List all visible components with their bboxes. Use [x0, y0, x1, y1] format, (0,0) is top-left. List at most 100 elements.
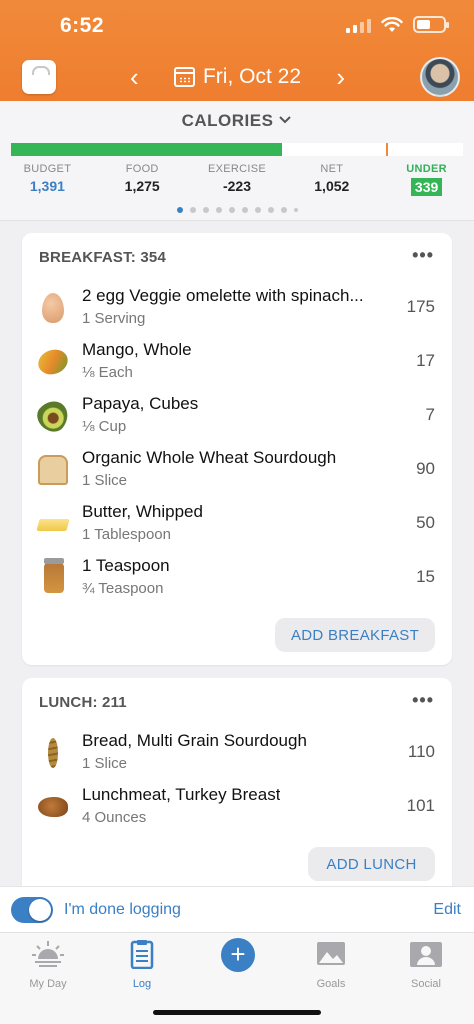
lunch-card: LUNCH: 211 ••• Bread, Multi Grain Sourdo… — [22, 678, 452, 898]
prev-day-chevron-icon[interactable]: ‹ — [130, 64, 139, 90]
stat-food: FOOD 1,275 — [95, 163, 190, 196]
status-icons — [346, 16, 449, 33]
egg-icon — [42, 293, 64, 323]
papaya-icon — [31, 394, 75, 438]
page-dot — [293, 208, 298, 212]
done-logging-label: I'm done logging — [64, 901, 181, 918]
chevron-down-icon — [279, 116, 292, 124]
food-name: Butter, Whipped — [82, 502, 203, 521]
food-calories: 175 — [406, 297, 435, 316]
food-item[interactable]: Organic Whole Wheat Sourdough 1 Slice 90 — [22, 443, 452, 497]
food-calories: 7 — [425, 405, 435, 424]
wifi-icon — [381, 16, 403, 32]
avatar[interactable] — [420, 57, 460, 97]
butter-icon — [36, 519, 70, 531]
food-item[interactable]: Bread, Multi Grain Sourdough 1 Slice 110 — [22, 726, 452, 780]
food-calories: 50 — [416, 513, 435, 532]
done-logging-toggle[interactable] — [11, 897, 53, 923]
tab-bar: My Day Log + Goals Social — [0, 932, 474, 1024]
plus-icon[interactable]: + — [221, 938, 255, 972]
edit-link[interactable]: Edit — [433, 901, 461, 919]
tab-label: Log — [132, 978, 152, 990]
date-navigator: ‹ Fri, Oct 22 › — [130, 62, 345, 92]
food-name: 1 Teaspoon — [82, 556, 170, 575]
food-serving: 1 Slice — [82, 472, 128, 489]
calories-progress-bar — [11, 143, 463, 156]
page-indicator[interactable] — [0, 207, 474, 213]
food-serving: ¾ Teaspoon — [82, 580, 164, 597]
food-name: Mango, Whole — [82, 340, 192, 359]
stat-under: UNDER 339 — [379, 163, 474, 196]
food-item[interactable]: Papaya, Cubes ⅛ Cup 7 — [22, 389, 452, 443]
food-name: Papaya, Cubes — [82, 394, 199, 413]
calories-dropdown[interactable]: CALORIES — [0, 111, 474, 131]
food-name: Lunchmeat, Turkey Breast — [82, 785, 281, 804]
stat-budget-value: 1,391 — [29, 178, 65, 194]
food-calories: 17 — [416, 351, 435, 370]
stat-exercise-label: EXERCISE — [207, 163, 266, 175]
food-serving: 1 Slice — [82, 755, 128, 772]
mango-icon — [34, 345, 72, 379]
calories-title: CALORIES — [181, 111, 274, 130]
add-breakfast-button[interactable]: ADD BREAKFAST — [275, 618, 435, 652]
tab-log[interactable]: Log — [102, 939, 182, 990]
food-calories: 90 — [416, 459, 435, 478]
status-time: 6:52 — [60, 14, 105, 37]
breakfast-title: BREAKFAST: 354 — [39, 249, 166, 266]
stat-under-value: 339 — [410, 178, 443, 196]
food-name: 2 egg Veggie omelette with spinach... — [82, 286, 364, 305]
header: 6:52 ‹ Fri, Oct 22 › — [0, 0, 474, 101]
tab-my-day[interactable]: My Day — [8, 939, 88, 990]
stat-under-label: UNDER — [406, 163, 447, 175]
scale-icon[interactable] — [22, 60, 56, 94]
food-calories: 15 — [416, 567, 435, 586]
tab-label: Goals — [316, 978, 346, 990]
toggle-knob — [29, 899, 51, 921]
calories-goal-marker — [386, 143, 388, 156]
page-dot — [228, 207, 235, 213]
food-calories: 101 — [406, 796, 435, 815]
food-item[interactable]: Butter, Whipped 1 Tablespoon 50 — [22, 497, 452, 551]
tab-label: My Day — [29, 978, 67, 990]
wheat-icon — [48, 738, 58, 768]
food-item[interactable]: 2 egg Veggie omelette with spinach... 1 … — [22, 281, 452, 335]
food-item[interactable]: Lunchmeat, Turkey Breast 4 Ounces 101 — [22, 780, 452, 834]
page-dot — [189, 207, 196, 213]
page-dot — [202, 207, 209, 213]
add-lunch-button[interactable]: ADD LUNCH — [308, 847, 435, 881]
stat-exercise: EXERCISE -223 — [190, 163, 285, 196]
lunch-more-icon[interactable]: ••• — [412, 690, 434, 711]
calories-stats: BUDGET 1,391 FOOD 1,275 EXERCISE -223 NE… — [0, 163, 474, 196]
date-picker[interactable]: Fri, Oct 22 — [173, 65, 301, 89]
food-name: Organic Whole Wheat Sourdough — [82, 448, 337, 467]
tab-label: Social — [411, 978, 441, 990]
food-item[interactable]: 1 Teaspoon ¾ Teaspoon 15 — [22, 551, 452, 605]
page-dot — [176, 207, 183, 213]
done-logging-bar: I'm done logging Edit — [0, 886, 474, 932]
breakfast-more-icon[interactable]: ••• — [412, 245, 434, 266]
page-dot — [215, 207, 222, 213]
calories-progress-fill — [11, 143, 282, 156]
food-serving: 4 Ounces — [82, 809, 147, 826]
tab-goals[interactable]: Goals — [291, 939, 371, 990]
stat-exercise-value: -223 — [222, 178, 251, 194]
stat-net: NET 1,052 — [284, 163, 379, 196]
food-serving: ⅛ Each — [82, 364, 133, 381]
page-dot — [241, 207, 248, 213]
calendar-icon — [173, 67, 195, 87]
food-name: Bread, Multi Grain Sourdough — [82, 731, 307, 750]
stat-budget-label: BUDGET — [23, 163, 72, 175]
page-dot — [267, 207, 274, 213]
food-item[interactable]: Mango, Whole ⅛ Each 17 — [22, 335, 452, 389]
next-day-chevron-icon[interactable]: › — [336, 64, 345, 90]
stat-budget: BUDGET 1,391 — [0, 163, 95, 196]
stat-net-label: NET — [320, 163, 344, 175]
stat-net-value: 1,052 — [314, 178, 350, 194]
tab-social[interactable]: Social — [386, 939, 466, 990]
battery-icon — [413, 16, 449, 33]
breakfast-card: BREAKFAST: 354 ••• 2 egg Veggie omelette… — [22, 233, 452, 665]
food-serving: 1 Serving — [82, 310, 146, 327]
sunrise-icon — [32, 941, 64, 967]
jar-icon — [44, 558, 64, 593]
home-indicator — [153, 1010, 321, 1015]
